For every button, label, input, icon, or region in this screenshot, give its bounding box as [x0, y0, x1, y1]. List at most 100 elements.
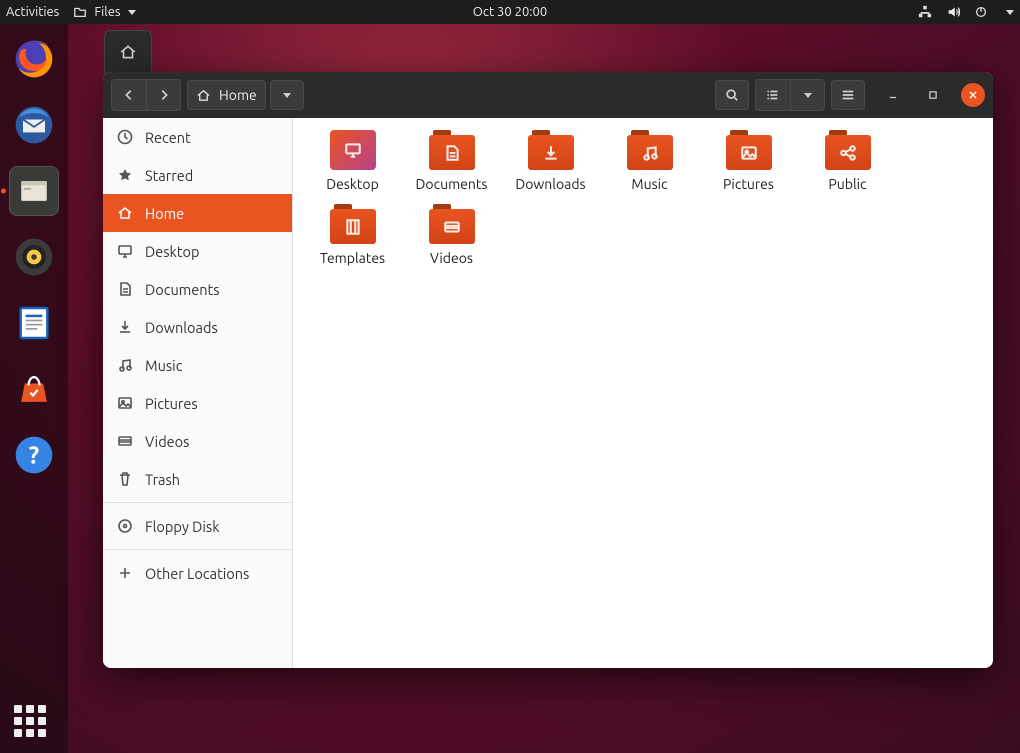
dock-files[interactable]: [9, 166, 59, 216]
home-icon: [117, 205, 133, 221]
sidebar-item-documents[interactable]: Documents: [103, 270, 292, 308]
sidebar-item-pictures[interactable]: Pictures: [103, 384, 292, 422]
folder-label: Public: [828, 176, 866, 192]
nav-group: [111, 79, 181, 111]
doc-icon: [117, 281, 133, 297]
sidebar-item-recent[interactable]: Recent: [103, 118, 292, 156]
sidebar-item-videos[interactable]: Videos: [103, 422, 292, 460]
chevron-down-icon: [804, 93, 812, 98]
music-icon: [117, 357, 133, 373]
folder-icon: [429, 130, 475, 170]
minimize-icon: [888, 90, 898, 100]
folder-public[interactable]: Public: [798, 130, 897, 204]
sidebar-item-label: Documents: [145, 281, 220, 298]
dock-software[interactable]: [9, 364, 59, 414]
dock-help[interactable]: ?: [9, 430, 59, 480]
search-button[interactable]: [715, 80, 749, 110]
hamburger-button[interactable]: [831, 80, 865, 110]
folder-view[interactable]: Desktop Documents Downloads Music Pictures Pu…: [293, 118, 993, 668]
firefox-icon: [12, 37, 56, 81]
folder-templates[interactable]: Templates: [303, 204, 402, 278]
volume-icon[interactable]: [946, 5, 960, 19]
folder-icon: [825, 130, 871, 170]
sidebar-item-other-locations[interactable]: Other Locations: [103, 554, 292, 592]
clock[interactable]: Oct 30 20:00: [473, 5, 547, 19]
path-bar[interactable]: Home: [187, 80, 266, 110]
files-window: Home Recent Starred Home Desktop Documents Do…: [103, 72, 993, 668]
activities-button[interactable]: Activities: [6, 5, 59, 19]
writer-icon: [14, 303, 54, 343]
folder-icon: [429, 204, 475, 244]
titlebar: Home: [103, 72, 993, 118]
sidebar-item-label: Other Locations: [145, 565, 249, 582]
software-icon: [12, 367, 56, 411]
folder-icon: [528, 130, 574, 170]
folder-icon: [726, 130, 772, 170]
background-window-home[interactable]: [104, 30, 152, 74]
folder-downloads[interactable]: Downloads: [501, 130, 600, 204]
sidebar-item-starred[interactable]: Starred: [103, 156, 292, 194]
dock-firefox[interactable]: [9, 34, 59, 84]
sidebar-item-label: Home: [145, 205, 184, 222]
folder-icon: [627, 130, 673, 170]
chevron-right-icon: [157, 88, 171, 102]
plus-icon: [117, 565, 133, 581]
list-icon: [766, 88, 780, 102]
app-menu-label: Files: [94, 5, 120, 19]
folder-label: Documents: [416, 176, 488, 192]
chevron-left-icon: [122, 88, 136, 102]
sidebar-item-trash[interactable]: Trash: [103, 460, 292, 498]
sidebar-item-downloads[interactable]: Downloads: [103, 308, 292, 346]
sidebar-item-label: Desktop: [145, 243, 199, 260]
power-icon[interactable]: [974, 5, 988, 19]
network-icon[interactable]: [918, 5, 932, 19]
trash-icon: [117, 471, 133, 487]
sidebar-item-label: Pictures: [145, 395, 198, 412]
folder-desktop[interactable]: Desktop: [303, 130, 402, 204]
app-menu[interactable]: Files: [73, 5, 135, 20]
minimize-button[interactable]: [881, 83, 905, 107]
folder-pictures[interactable]: Pictures: [699, 130, 798, 204]
sidebar-item-label: Floppy Disk: [145, 518, 220, 535]
folder-label: Pictures: [723, 176, 774, 192]
folder-documents[interactable]: Documents: [402, 130, 501, 204]
dock-rhythmbox[interactable]: [9, 232, 59, 282]
sidebar-item-music[interactable]: Music: [103, 346, 292, 384]
folder-label: Downloads: [515, 176, 585, 192]
sidebar-item-home[interactable]: Home: [103, 194, 292, 232]
back-button[interactable]: [112, 80, 146, 110]
sidebar-item-label: Downloads: [145, 319, 218, 336]
show-applications[interactable]: [14, 705, 46, 737]
desktop-icon: [117, 243, 133, 259]
menu-icon: [841, 88, 855, 102]
close-button[interactable]: [961, 83, 985, 107]
dock-thunderbird[interactable]: [9, 100, 59, 150]
sidebar-item-floppy-disk[interactable]: Floppy Disk: [103, 507, 292, 545]
picture-icon: [117, 395, 133, 411]
chevron-down-icon[interactable]: [1006, 10, 1014, 15]
folder-label: Music: [631, 176, 667, 192]
sidebar-item-label: Music: [145, 357, 182, 374]
dock: ?: [0, 24, 68, 753]
sidebar-item-desktop[interactable]: Desktop: [103, 232, 292, 270]
close-icon: [968, 90, 978, 100]
list-view-button[interactable]: [756, 80, 790, 110]
dock-writer[interactable]: [9, 298, 59, 348]
folder-music[interactable]: Music: [600, 130, 699, 204]
sidebar-item-label: Recent: [145, 129, 191, 146]
star-icon: [117, 167, 133, 183]
path-menu-button[interactable]: [270, 80, 304, 110]
folder-label: Desktop: [326, 176, 379, 192]
video-icon: [117, 433, 133, 449]
maximize-button[interactable]: [921, 83, 945, 107]
path-label: Home: [219, 87, 257, 103]
view-options-button[interactable]: [790, 80, 824, 110]
folder-icon: [73, 5, 87, 19]
maximize-icon: [928, 90, 938, 100]
folder-label: Videos: [430, 250, 473, 266]
svg-text:?: ?: [29, 441, 39, 468]
sidebar-item-label: Trash: [145, 471, 180, 488]
forward-button[interactable]: [146, 80, 180, 110]
chevron-down-icon: [128, 10, 136, 15]
folder-videos[interactable]: Videos: [402, 204, 501, 278]
